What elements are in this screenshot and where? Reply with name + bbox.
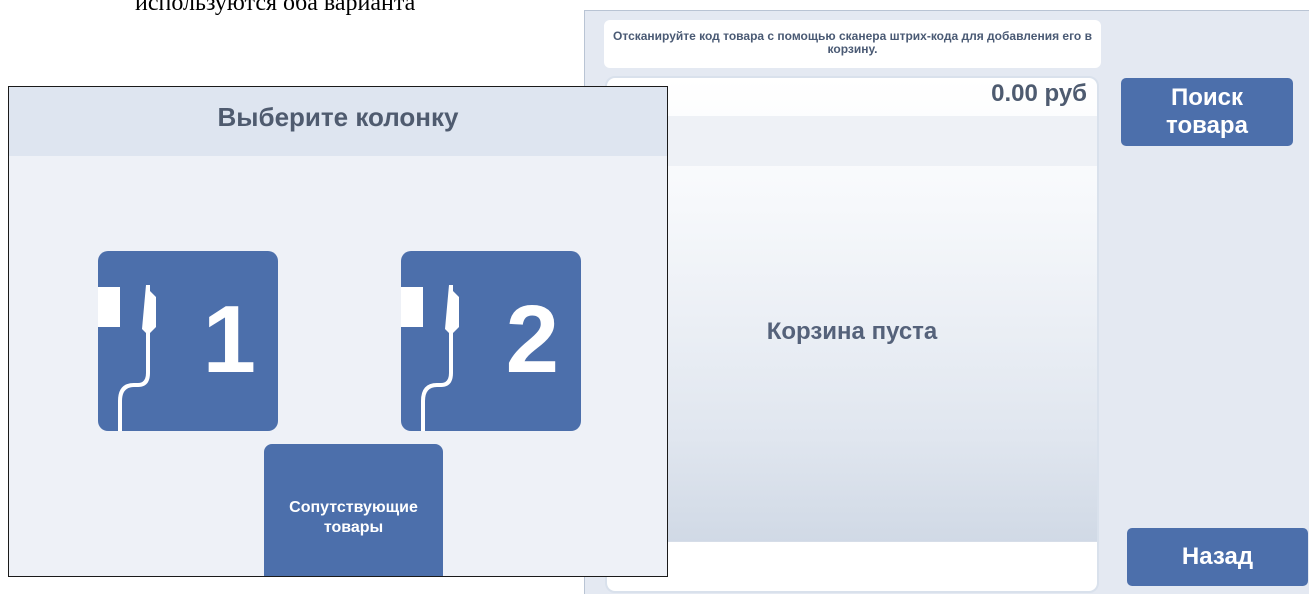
cart-total: 0.00 руб bbox=[991, 80, 1087, 107]
page: используются оба варианта Отсканируйте к… bbox=[0, 0, 1309, 594]
pump-1-button[interactable]: 1 bbox=[98, 251, 278, 431]
scan-hint: Отсканируйте код товара с помощью сканер… bbox=[604, 20, 1101, 68]
back-button-label: Назад bbox=[1181, 543, 1254, 570]
pump-select-title: Выберите колонку bbox=[9, 87, 667, 156]
pump-2-number: 2 bbox=[505, 286, 559, 393]
pump-2-button[interactable]: 2 bbox=[401, 251, 581, 431]
cart-header-row bbox=[607, 116, 1097, 166]
related-goods-button[interactable]: Сопутствующие товары bbox=[264, 444, 443, 576]
cart-footer bbox=[607, 541, 1097, 591]
cart-panel: 0.00 руб Корзина пуста bbox=[605, 76, 1099, 593]
search-product-button-label: Поиск товара bbox=[1166, 84, 1248, 139]
caption-text: используются оба варианта bbox=[135, 0, 416, 16]
back-button[interactable]: Назад bbox=[1127, 528, 1308, 586]
pump-1-number: 1 bbox=[202, 286, 256, 393]
cart-empty-label: Корзина пуста bbox=[766, 318, 938, 345]
related-goods-button-label: Сопутствующие товары bbox=[289, 498, 418, 536]
pump-select-screen: Выберите колонку 1 2 Сопутствующие товар… bbox=[8, 86, 668, 577]
cart-screen: Отсканируйте код товара с помощью сканер… bbox=[584, 10, 1309, 594]
search-product-button[interactable]: Поиск товара bbox=[1121, 78, 1293, 146]
